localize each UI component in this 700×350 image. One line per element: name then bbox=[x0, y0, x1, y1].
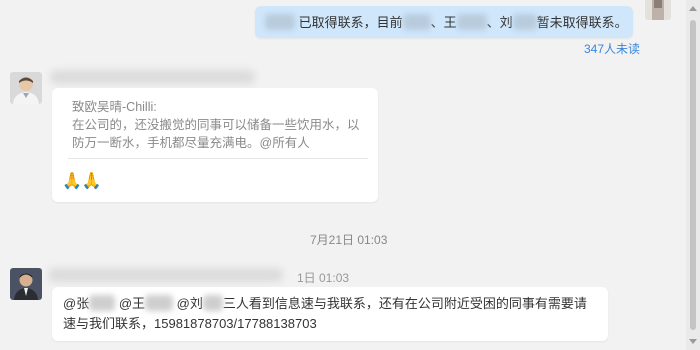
quote-author: 致欧吴晴-Chilli: bbox=[72, 100, 157, 114]
mention-liu[interactable]: @刘 bbox=[177, 296, 203, 311]
redacted-name bbox=[202, 295, 223, 311]
chat-scrollbar[interactable] bbox=[686, 0, 700, 350]
self-message-part2: 、王 bbox=[430, 15, 457, 30]
reply-emoji-prayer: 🙏🙏 bbox=[62, 173, 102, 190]
scrollbar-thumb[interactable] bbox=[690, 20, 696, 330]
self-message-part1: 已取得联系，目前 bbox=[298, 15, 403, 30]
quote-text: 在公司的，还没搬觉的同事可以储备一些饮用水，以防万一断水，手机都尽量充满电。@所… bbox=[72, 118, 360, 150]
redacted-name bbox=[512, 14, 537, 30]
self-message-bubble: 已取得联系，目前 、王 、刘 暂未取得联系。 bbox=[255, 6, 633, 38]
sender-avatar[interactable] bbox=[10, 268, 42, 300]
mention-wang[interactable]: @王 bbox=[119, 296, 145, 311]
quote-divider bbox=[68, 158, 368, 159]
mention-zhang[interactable]: @张 bbox=[63, 296, 89, 311]
message-time: 1日 01:03 bbox=[297, 271, 350, 285]
mention-message-bubble: @张 @王 @刘 三人看到信息速与我联系，还有在公司附近受困的同事有需要请速与我们… bbox=[52, 287, 608, 341]
sender-avatar[interactable] bbox=[10, 72, 42, 104]
redacted-name bbox=[456, 14, 487, 30]
redacted-name bbox=[402, 14, 431, 30]
self-message-part3: 、刘 bbox=[486, 15, 513, 30]
sender-name bbox=[48, 268, 283, 282]
redacted-name bbox=[265, 14, 295, 30]
redacted-name bbox=[145, 295, 174, 311]
timestamp-separator: 7月21日 01:03 bbox=[310, 233, 388, 247]
scroll-up-arrow-icon[interactable] bbox=[689, 6, 697, 11]
self-message-part4: 暂未取得联系。 bbox=[536, 15, 628, 30]
self-avatar[interactable] bbox=[645, 0, 671, 20]
scroll-down-arrow-icon[interactable] bbox=[689, 339, 697, 344]
unread-count-link[interactable]: 347人未读 bbox=[584, 40, 640, 57]
sender-name bbox=[50, 70, 255, 84]
redacted-name bbox=[89, 295, 116, 311]
